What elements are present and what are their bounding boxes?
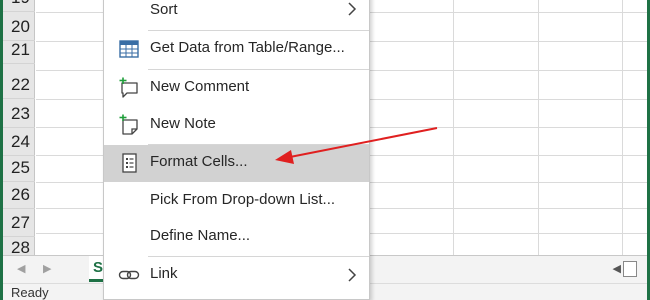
menu-item-format-cells[interactable]: Format Cells... [104,145,369,182]
scroll-left-icon[interactable]: ◀ [613,262,621,275]
row-header[interactable]: 23 [3,99,35,128]
context-menu: Sort Get Data from Table/Range... New Co… [103,0,370,300]
row-header-column: 19 20 21 22 23 24 25 26 27 28 [3,0,35,262]
gridline [622,0,623,255]
menu-item-sort[interactable]: Sort [104,0,369,30]
row-header[interactable]: 22 [3,70,35,99]
menu-item-label: Get Data from Table/Range... [150,39,345,56]
row-header[interactable]: 21 [3,35,35,64]
menu-item-label: New Note [150,115,216,132]
new-comment-icon [119,77,138,98]
table-icon [119,40,139,58]
gridline [453,0,454,255]
menu-item-label: Format Cells... [150,153,248,170]
menu-item-pick-from-dropdown[interactable]: Pick From Drop-down List... [104,183,369,220]
menu-item-link[interactable]: Link [104,257,369,294]
format-cells-icon [122,153,137,173]
new-note-icon [119,114,138,135]
menu-item-get-data[interactable]: Get Data from Table/Range... [104,31,369,68]
status-text: Ready [11,285,49,300]
chevron-right-icon [348,2,357,16]
menu-item-label: New Comment [150,78,250,95]
horizontal-scrollbar[interactable] [623,261,637,277]
menu-item-define-name[interactable]: Define Name... [104,219,369,256]
next-sheet-icon[interactable]: ▶ [43,262,51,275]
menu-item-label: Pick From Drop-down List... [150,191,336,208]
row-header[interactable]: 25 [3,153,35,182]
menu-item-new-note[interactable]: New Note [104,107,369,144]
gridline [538,0,539,255]
chevron-right-icon [348,268,357,282]
menu-item-label: Define Name... [150,227,251,244]
menu-item-label: Sort [150,1,178,18]
link-icon [118,270,140,280]
menu-item-new-comment[interactable]: New Comment [104,70,369,107]
row-header[interactable]: 26 [3,180,35,209]
row-header[interactable]: 24 [3,127,35,156]
row-header[interactable]: 19 [3,0,35,12]
menu-item-label: Link [150,265,178,282]
prev-sheet-icon[interactable]: ◀ [17,262,25,275]
